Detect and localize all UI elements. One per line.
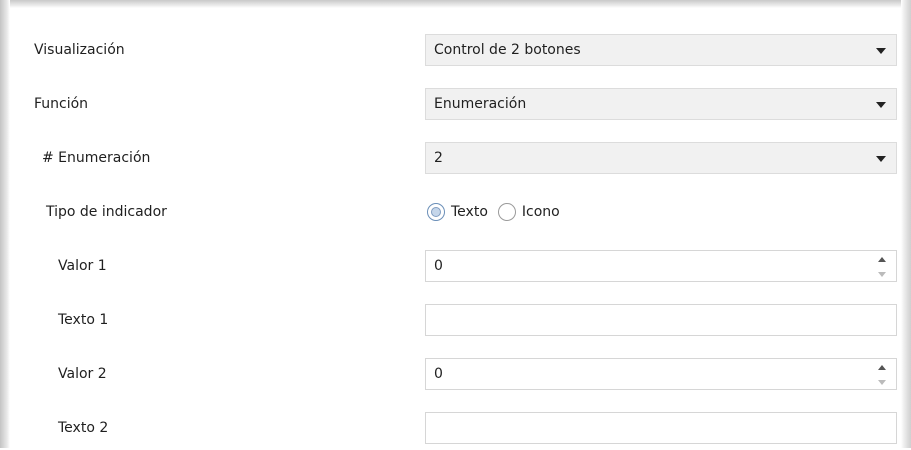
valor-2-value: 0 [434, 366, 443, 382]
settings-panel: Visualización Control de 2 botones Funci… [12, 10, 900, 450]
spin-down-icon[interactable] [878, 272, 886, 277]
valor-2-stepper[interactable]: 0 [425, 358, 897, 390]
row-funcion: Función Enumeración [12, 82, 900, 126]
radio-label-icono: Icono [521, 204, 560, 220]
window-shadow-right [901, 0, 911, 448]
spin-up-icon[interactable] [878, 365, 886, 370]
valor-1-label: Valor 1 [58, 258, 107, 274]
spin-up-icon[interactable] [878, 257, 886, 262]
row-tipo-indicador: Tipo de indicador Texto Icono [12, 190, 900, 234]
enumeracion-dropdown[interactable]: 2 [425, 142, 897, 174]
enumeracion-value: 2 [434, 150, 443, 166]
caret-down-icon [876, 48, 886, 54]
row-valor-1: Valor 1 0 [12, 244, 900, 288]
visualizacion-dropdown[interactable]: Control de 2 botones [425, 34, 897, 66]
spin-down-icon[interactable] [878, 380, 886, 385]
enumeracion-label: # Enumeración [42, 150, 151, 166]
tipo-indicador-radio-group: Texto Icono [427, 190, 570, 234]
tipo-indicador-label: Tipo de indicador [46, 204, 167, 220]
radio-label-texto: Texto [451, 204, 488, 220]
row-valor-2: Valor 2 0 [12, 352, 900, 396]
row-enumeracion: # Enumeración 2 [12, 136, 900, 180]
window-shadow-top [0, 0, 911, 8]
caret-down-icon [876, 156, 886, 162]
window-shadow-left [0, 0, 10, 448]
spinner-arrows-icon[interactable] [877, 364, 887, 386]
texto-1-field[interactable] [425, 304, 897, 336]
funcion-label: Función [34, 96, 89, 112]
visualizacion-value: Control de 2 botones [434, 42, 581, 58]
row-texto-1: Texto 1 [12, 298, 900, 342]
valor-1-stepper[interactable]: 0 [425, 250, 897, 282]
funcion-value: Enumeración [434, 96, 527, 112]
radio-button-icon[interactable] [427, 203, 445, 221]
funcion-dropdown[interactable]: Enumeración [425, 88, 897, 120]
row-visualizacion: Visualización Control de 2 botones [12, 28, 900, 72]
spinner-arrows-icon[interactable] [877, 256, 887, 278]
visualizacion-label: Visualización [34, 42, 125, 58]
valor-1-value: 0 [434, 258, 443, 274]
caret-down-icon [876, 102, 886, 108]
radio-button-icon[interactable] [497, 203, 516, 221]
texto-2-field[interactable] [425, 412, 897, 444]
texto-1-label: Texto 1 [58, 312, 109, 328]
radio-option-icono[interactable]: Icono [497, 203, 560, 221]
texto-2-label: Texto 2 [58, 420, 109, 436]
valor-2-label: Valor 2 [58, 366, 107, 382]
radio-option-texto[interactable]: Texto [427, 203, 488, 221]
row-texto-2: Texto 2 [12, 406, 900, 450]
